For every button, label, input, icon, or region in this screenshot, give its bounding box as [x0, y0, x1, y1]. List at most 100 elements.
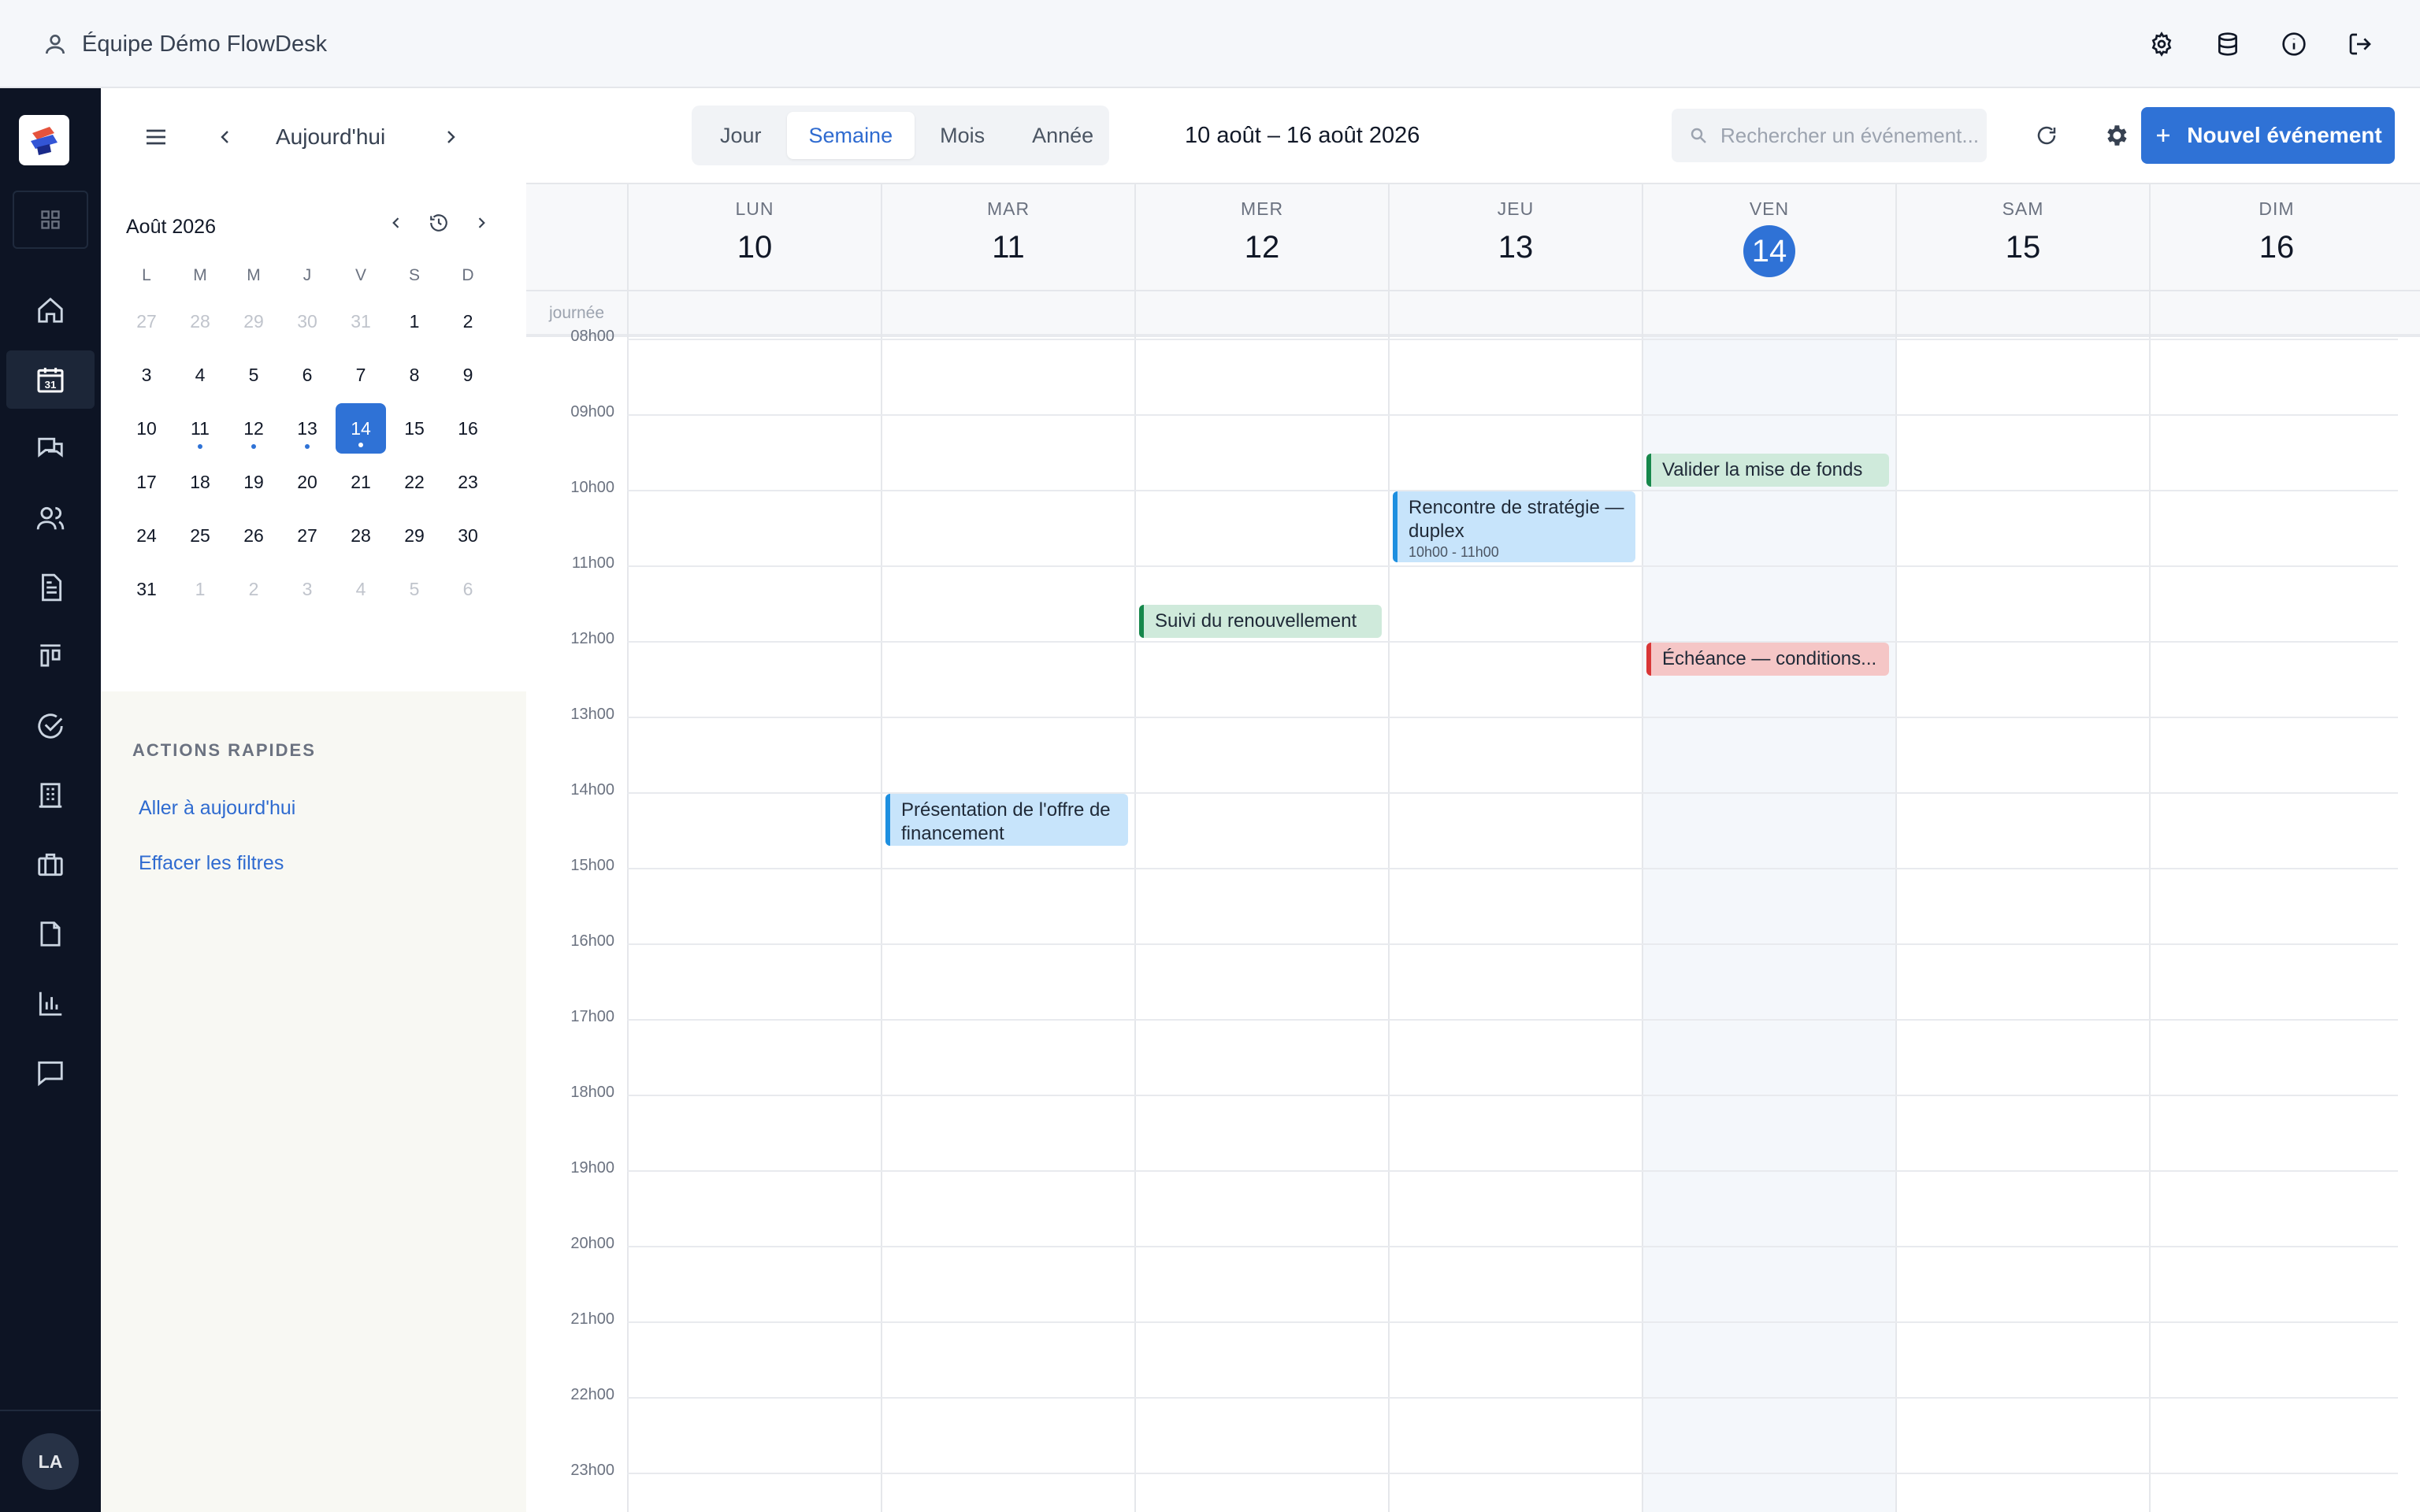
- mini-day[interactable]: 25: [173, 509, 227, 562]
- nav-board[interactable]: [0, 622, 101, 691]
- logout-icon[interactable]: [2343, 24, 2377, 65]
- day-column[interactable]: [627, 337, 881, 1512]
- all-day-cell[interactable]: [1134, 291, 1388, 337]
- mini-day[interactable]: 15: [388, 402, 441, 455]
- clear-filters-link[interactable]: Effacer les filtres: [139, 852, 454, 875]
- mini-day[interactable]: 27: [280, 509, 334, 562]
- go-today-link[interactable]: Aller à aujourd'hui: [139, 797, 454, 820]
- database-icon[interactable]: [2210, 24, 2245, 65]
- mini-day[interactable]: 2: [227, 562, 280, 616]
- mini-day[interactable]: 27: [120, 295, 173, 348]
- mini-day[interactable]: 29: [227, 295, 280, 348]
- mini-day[interactable]: 3: [280, 562, 334, 616]
- all-day-cell[interactable]: [2149, 291, 2403, 337]
- new-event-button[interactable]: Nouvel événement: [2141, 107, 2395, 164]
- mini-day[interactable]: 5: [388, 562, 441, 616]
- apps-grid-button[interactable]: [13, 191, 88, 249]
- mini-day[interactable]: 12: [227, 402, 280, 455]
- calendar-event[interactable]: Rencontre de stratégie — duplex 10h00 - 1…: [1393, 491, 1635, 562]
- calendar-event[interactable]: Suivi du renouvellement: [1139, 605, 1382, 638]
- all-day-cell[interactable]: [881, 291, 1134, 337]
- day-header-sam[interactable]: SAM 15: [1895, 184, 2149, 291]
- nav-tasks[interactable]: [0, 691, 101, 761]
- nav-calendar[interactable]: 31: [0, 345, 101, 414]
- mini-day[interactable]: 28: [334, 509, 388, 562]
- mini-day[interactable]: 18: [173, 455, 227, 509]
- menu-icon[interactable]: [139, 120, 173, 154]
- mini-day[interactable]: 22: [388, 455, 441, 509]
- mini-day[interactable]: 5: [227, 348, 280, 402]
- mini-day[interactable]: 30: [280, 295, 334, 348]
- mini-day[interactable]: 2: [441, 295, 495, 348]
- day-column[interactable]: [2149, 337, 2403, 1512]
- refresh-icon[interactable]: [2031, 120, 2062, 151]
- mini-day[interactable]: 3: [120, 348, 173, 402]
- view-month-tab[interactable]: Mois: [918, 112, 1007, 159]
- day-header-ven[interactable]: VEN 14: [1642, 184, 1895, 291]
- mini-day-selected[interactable]: 14: [334, 402, 388, 455]
- view-year-tab[interactable]: Année: [1010, 112, 1115, 159]
- team-selector[interactable]: Équipe Démo FlowDesk: [43, 27, 327, 61]
- chevron-left-icon[interactable]: [383, 209, 410, 236]
- nav-companies[interactable]: [0, 761, 101, 830]
- clock-icon[interactable]: [425, 209, 452, 236]
- mini-day[interactable]: 9: [441, 348, 495, 402]
- mini-day[interactable]: 28: [173, 295, 227, 348]
- calendar-event[interactable]: Échéance — conditions...: [1646, 643, 1889, 676]
- mini-day[interactable]: 17: [120, 455, 173, 509]
- day-column[interactable]: [1642, 337, 1895, 1512]
- chevron-left-icon[interactable]: [210, 120, 241, 154]
- mini-day[interactable]: 13: [280, 402, 334, 455]
- nav-deals[interactable]: [0, 830, 101, 899]
- calendar-event[interactable]: Valider la mise de fonds: [1646, 454, 1889, 487]
- view-day-tab[interactable]: Jour: [698, 112, 784, 159]
- search-input[interactable]: [1720, 123, 1980, 148]
- all-day-cell[interactable]: [1895, 291, 2149, 337]
- chevron-right-icon[interactable]: [435, 120, 466, 154]
- all-day-cell[interactable]: [627, 291, 881, 337]
- mini-day[interactable]: 7: [334, 348, 388, 402]
- mini-day[interactable]: 20: [280, 455, 334, 509]
- day-column[interactable]: [1895, 337, 2149, 1512]
- mini-day[interactable]: 1: [388, 295, 441, 348]
- mini-day[interactable]: 1: [173, 562, 227, 616]
- view-week-tab[interactable]: Semaine: [786, 112, 915, 159]
- mini-day[interactable]: 30: [441, 509, 495, 562]
- all-day-cell[interactable]: [1388, 291, 1642, 337]
- day-header-jeu[interactable]: JEU 13: [1388, 184, 1642, 291]
- day-header-lun[interactable]: LUN 10: [627, 184, 881, 291]
- chevron-right-icon[interactable]: [468, 209, 495, 236]
- day-header-dim[interactable]: DIM 16: [2149, 184, 2403, 291]
- settings-icon[interactable]: [2144, 24, 2179, 65]
- today-button[interactable]: Aujourd'hui: [276, 124, 385, 150]
- avatar[interactable]: LA: [22, 1433, 79, 1490]
- mini-day[interactable]: 21: [334, 455, 388, 509]
- day-column[interactable]: [881, 337, 1134, 1512]
- mini-day[interactable]: 31: [334, 295, 388, 348]
- calendar-event[interactable]: Présentation de l'offre de financement: [885, 794, 1128, 846]
- day-header-mer[interactable]: MER 12: [1134, 184, 1388, 291]
- mini-day[interactable]: 4: [173, 348, 227, 402]
- mini-day[interactable]: 19: [227, 455, 280, 509]
- mini-day[interactable]: 11: [173, 402, 227, 455]
- calendar-settings-icon[interactable]: [2099, 118, 2133, 153]
- mini-day[interactable]: 16: [441, 402, 495, 455]
- nav-files[interactable]: [0, 899, 101, 969]
- app-logo[interactable]: [19, 115, 69, 165]
- mini-day[interactable]: 6: [441, 562, 495, 616]
- mini-day[interactable]: 8: [388, 348, 441, 402]
- mini-day[interactable]: 31: [120, 562, 173, 616]
- mini-day[interactable]: 4: [334, 562, 388, 616]
- all-day-cell[interactable]: [1642, 291, 1895, 337]
- mini-day[interactable]: 23: [441, 455, 495, 509]
- mini-day[interactable]: 6: [280, 348, 334, 402]
- info-icon[interactable]: [2277, 24, 2311, 65]
- nav-chat[interactable]: [0, 414, 101, 484]
- mini-day[interactable]: 29: [388, 509, 441, 562]
- nav-documents[interactable]: [0, 553, 101, 622]
- nav-users[interactable]: [0, 484, 101, 553]
- mini-day[interactable]: 24: [120, 509, 173, 562]
- nav-reports[interactable]: [0, 969, 101, 1038]
- mini-day[interactable]: 26: [227, 509, 280, 562]
- day-column[interactable]: [1134, 337, 1388, 1512]
